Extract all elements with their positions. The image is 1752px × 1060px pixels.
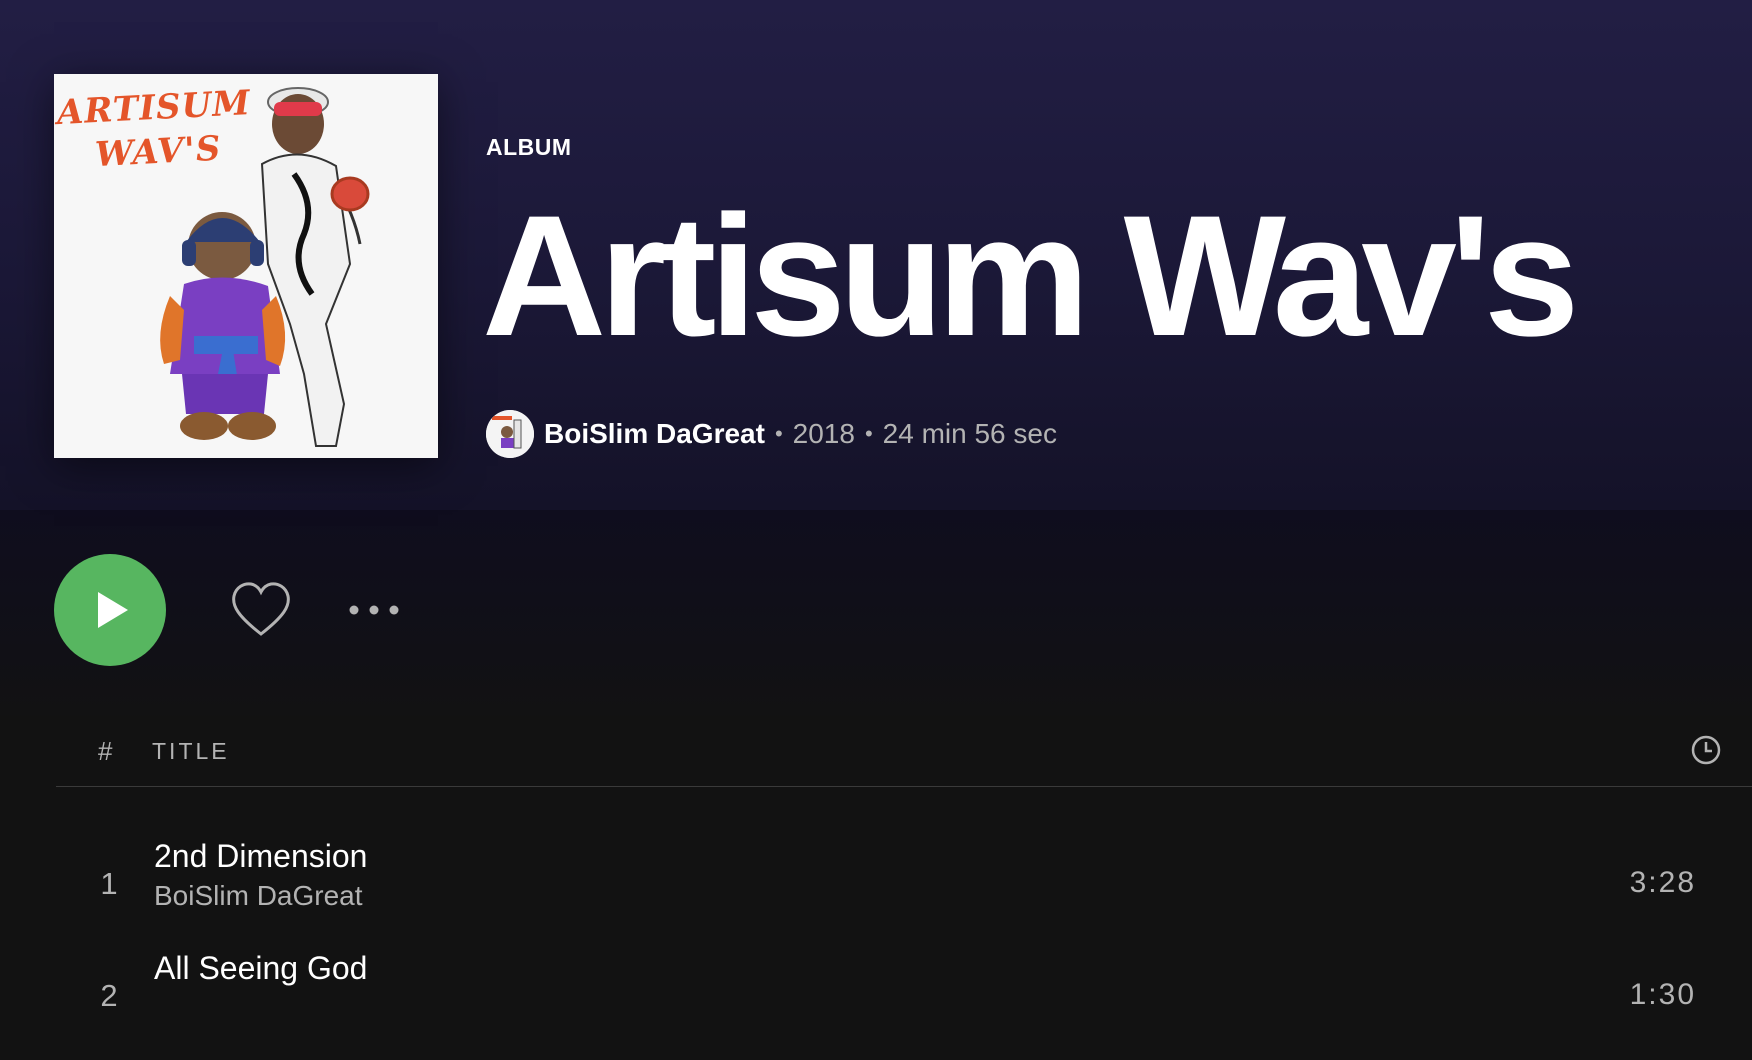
album-type-label: ALBUM (486, 134, 572, 160)
like-button[interactable] (230, 582, 292, 638)
meta-separator: • (864, 421, 873, 446)
more-options-button[interactable] (346, 594, 402, 626)
heart-icon (232, 582, 290, 636)
album-duration: 24 min 56 sec (882, 418, 1057, 449)
artist-avatar-image (486, 410, 534, 458)
cover-title-text: ARTISUM WAV'S (56, 81, 254, 179)
play-icon (98, 592, 128, 628)
clock-icon (1691, 735, 1721, 765)
tracklist-header: # TITLE (56, 730, 1752, 787)
more-horizontal-icon (349, 605, 399, 615)
track-number: 2 (100, 978, 118, 1013)
track-row[interactable]: 2 All Seeing God 1:30 (56, 950, 1752, 1060)
album-title: Artisum Wav's (482, 180, 1579, 372)
play-button[interactable] (54, 554, 166, 666)
track-title[interactable]: All Seeing God (154, 950, 367, 987)
track-row[interactable]: 1 2nd Dimension BoiSlim DaGreat 3:28 (56, 838, 1752, 948)
track-duration: 3:28 (1629, 866, 1696, 899)
track-title[interactable]: 2nd Dimension (154, 838, 367, 875)
column-header-number: # (98, 736, 113, 766)
track-artist[interactable]: BoiSlim DaGreat (154, 880, 363, 912)
artist-avatar[interactable] (486, 410, 534, 458)
album-year: 2018 (792, 418, 855, 449)
cover-text-line1: ARTISUM (55, 82, 252, 134)
artist-link[interactable]: BoiSlim DaGreat (544, 418, 765, 450)
album-cover: ARTISUM WAV'S (54, 74, 438, 458)
album-meta: BoiSlim DaGreat • 2018 • 24 min 56 sec (486, 410, 1057, 458)
track-duration: 1:30 (1629, 978, 1696, 1011)
track-number: 1 (100, 866, 118, 901)
column-header-title: TITLE (152, 738, 230, 764)
meta-separator: • (774, 421, 783, 446)
